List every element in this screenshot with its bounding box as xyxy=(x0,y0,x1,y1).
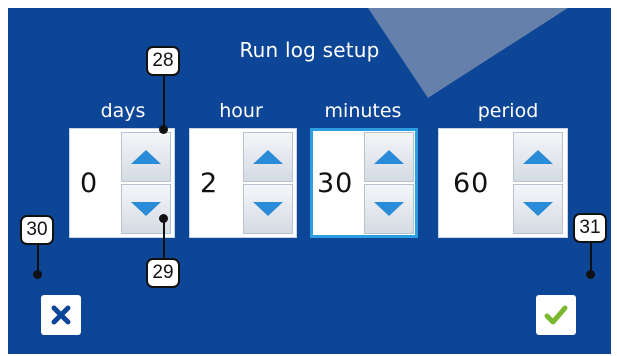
minutes-value[interactable]: 30 xyxy=(317,131,353,235)
days-value[interactable]: 0 xyxy=(80,129,98,237)
callout-28-leader xyxy=(163,74,165,130)
run-log-setup-screen: Run log setup days hour minutes period 0… xyxy=(8,8,611,354)
days-label: days xyxy=(100,100,146,122)
arrow-up-icon xyxy=(253,150,283,164)
period-up-button[interactable] xyxy=(513,132,563,182)
minutes-down-button[interactable] xyxy=(364,184,414,234)
callout-29: 29 xyxy=(146,258,180,288)
hour-spinner: 2 xyxy=(189,128,297,238)
callout-31: 31 xyxy=(573,213,607,243)
arrow-down-icon xyxy=(131,202,161,216)
confirm-button[interactable] xyxy=(536,295,576,335)
hour-label: hour xyxy=(219,100,263,122)
arrow-up-icon xyxy=(374,150,404,164)
check-icon xyxy=(544,305,568,325)
callout-31-dot xyxy=(586,270,595,279)
minutes-label: minutes xyxy=(324,100,402,122)
period-down-button[interactable] xyxy=(513,184,563,234)
period-label: period xyxy=(477,100,539,122)
minutes-spinner: 30 xyxy=(310,128,418,238)
period-spinner: 60 xyxy=(438,128,568,238)
arrow-down-icon xyxy=(374,202,404,216)
days-spinner: 0 xyxy=(69,128,175,238)
x-icon xyxy=(51,305,71,325)
callout-28-dot xyxy=(159,125,168,134)
hour-value[interactable]: 2 xyxy=(200,129,218,237)
hour-down-button[interactable] xyxy=(243,184,293,234)
days-up-button[interactable] xyxy=(121,132,171,182)
callout-29-leader xyxy=(163,218,165,258)
hour-up-button[interactable] xyxy=(243,132,293,182)
arrow-up-icon xyxy=(523,150,553,164)
callout-30: 30 xyxy=(20,215,54,245)
callout-28: 28 xyxy=(146,46,180,76)
callout-29-dot xyxy=(159,214,168,223)
cancel-button[interactable] xyxy=(41,295,81,335)
screen-title: Run log setup xyxy=(239,38,380,62)
arrow-up-icon xyxy=(131,150,161,164)
minutes-up-button[interactable] xyxy=(364,132,414,182)
callout-30-dot xyxy=(33,270,42,279)
arrow-down-icon xyxy=(523,202,553,216)
arrow-down-icon xyxy=(253,202,283,216)
period-value[interactable]: 60 xyxy=(453,129,489,237)
